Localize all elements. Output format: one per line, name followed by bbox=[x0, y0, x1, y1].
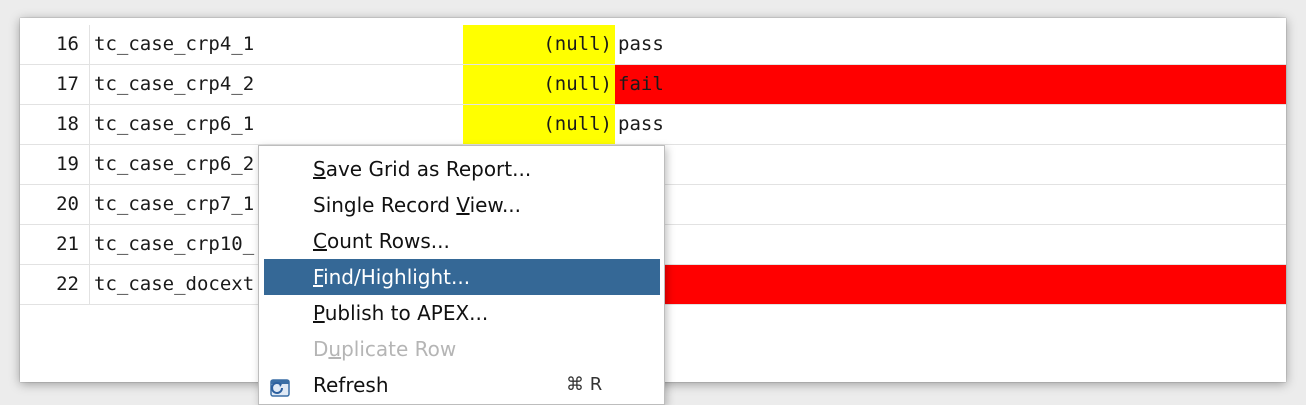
menu-item-label: ublish to APEX... bbox=[324, 301, 489, 325]
menu-item-count-rows[interactable]: Count Rows... bbox=[264, 223, 660, 259]
menu-item-shortcut: ⌘ R bbox=[566, 374, 603, 395]
menu-item-mnemonic: F bbox=[313, 265, 324, 289]
menu-item-mnemonic: S bbox=[313, 157, 326, 181]
case-name-cell[interactable]: tc_case_crp4_2 bbox=[90, 65, 463, 104]
menu-item-duplicate-row: Duplicate Row bbox=[264, 331, 660, 367]
row-number: 19 bbox=[20, 145, 90, 184]
table-row[interactable]: 17 tc_case_crp4_2 (null) fail bbox=[20, 65, 1286, 105]
result-cell[interactable]: pass bbox=[615, 25, 1286, 64]
menu-item-single-record-view[interactable]: Single Record View... bbox=[264, 187, 660, 223]
table-row[interactable]: 16 tc_case_crp4_1 (null) pass bbox=[20, 25, 1286, 65]
menu-item-mnemonic: P bbox=[313, 301, 325, 325]
table-row[interactable]: 18 tc_case_crp6_1 (null) pass bbox=[20, 105, 1286, 145]
menu-item-mnemonic: u bbox=[328, 337, 342, 361]
value-cell[interactable]: (null) bbox=[463, 65, 615, 104]
menu-item-refresh[interactable]: Refresh ⌘ R bbox=[264, 367, 660, 403]
menu-item-label: ind/Highlight... bbox=[323, 265, 471, 289]
case-name-cell[interactable]: tc_case_crp4_1 bbox=[90, 25, 463, 64]
refresh-icon bbox=[270, 375, 294, 397]
row-number: 22 bbox=[20, 265, 90, 304]
row-number: 18 bbox=[20, 105, 90, 144]
value-cell[interactable]: (null) bbox=[463, 25, 615, 64]
value-cell[interactable]: (null) bbox=[463, 105, 615, 144]
menu-item-publish-to-apex[interactable]: Publish to APEX... bbox=[264, 295, 660, 331]
menu-item-label: Single Record bbox=[313, 193, 457, 217]
row-number: 17 bbox=[20, 65, 90, 104]
menu-item-save-grid-as-report[interactable]: Save Grid as Report... bbox=[264, 151, 660, 187]
menu-item-label: ave Grid as Report... bbox=[325, 157, 532, 181]
result-cell[interactable] bbox=[615, 185, 1286, 224]
menu-item-find-highlight[interactable]: Find/Highlight... bbox=[264, 259, 660, 295]
row-number: 21 bbox=[20, 225, 90, 264]
case-name-cell[interactable]: tc_case_crp6_1 bbox=[90, 105, 463, 144]
result-cell[interactable] bbox=[615, 225, 1286, 264]
result-cell[interactable] bbox=[615, 265, 1286, 304]
menu-item-label: ount Rows... bbox=[326, 229, 450, 253]
menu-item-label: plicate Row bbox=[341, 337, 457, 361]
menu-item-label: Refresh bbox=[313, 373, 389, 397]
row-number: 20 bbox=[20, 185, 90, 224]
menu-item-label: D bbox=[313, 337, 329, 361]
context-menu: Save Grid as Report... Single Record Vie… bbox=[258, 145, 665, 405]
result-cell[interactable] bbox=[615, 145, 1286, 184]
menu-item-mnemonic: C bbox=[313, 229, 327, 253]
row-number: 16 bbox=[20, 25, 90, 64]
menu-item-mnemonic: V bbox=[456, 193, 470, 217]
result-cell[interactable]: fail bbox=[615, 65, 1286, 104]
menu-item-label: iew... bbox=[469, 193, 522, 217]
result-cell[interactable]: pass bbox=[615, 105, 1286, 144]
